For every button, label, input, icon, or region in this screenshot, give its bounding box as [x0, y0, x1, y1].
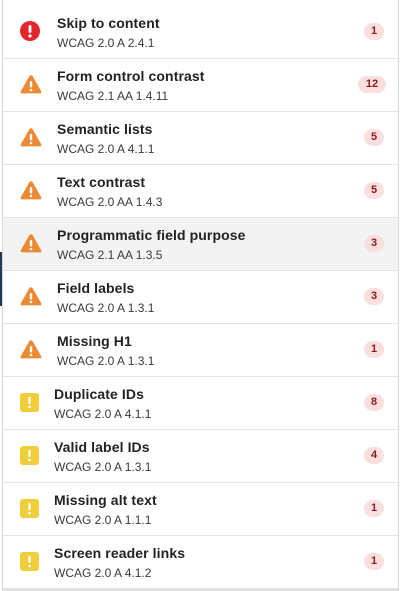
issue-row[interactable]: Valid label IDs WCAG 2.0 A 1.3.1 4 — [3, 430, 398, 483]
selection-marker — [0, 252, 2, 306]
issue-title: Text contrast — [57, 174, 146, 190]
issue-title: Semantic lists — [57, 121, 153, 137]
issue-count-badge: 3 — [364, 288, 384, 305]
warning-icon — [20, 287, 42, 306]
issue-count-badge: 5 — [364, 182, 384, 199]
alert-icon — [20, 393, 39, 412]
issue-title: Valid label IDs — [54, 439, 150, 455]
issue-criterion: WCAG 2.0 A 2.4.1 — [57, 36, 155, 50]
issue-count-badge: 1 — [364, 500, 384, 517]
issue-count-badge: 3 — [364, 235, 384, 252]
issue-row[interactable]: Semantic lists WCAG 2.0 A 4.1.1 5 — [3, 112, 398, 165]
warning-icon — [20, 181, 42, 200]
issue-count-badge: 8 — [364, 394, 384, 411]
warning-icon — [20, 128, 42, 147]
issue-title: Skip to content — [57, 15, 160, 31]
issue-count-badge: 1 — [364, 341, 384, 358]
issue-title: Field labels — [57, 280, 135, 296]
issue-count-badge: 5 — [364, 129, 384, 146]
issue-criterion: WCAG 2.0 A 4.1.1 — [57, 142, 155, 156]
issues-list: Skip to content WCAG 2.0 A 2.4.1 1 Form con… — [3, 6, 398, 589]
issue-criterion: WCAG 2.0 A 1.3.1 — [54, 460, 152, 474]
issue-criterion: WCAG 2.0 A 1.1.1 — [54, 513, 152, 527]
issue-count-badge: 1 — [364, 553, 384, 570]
issues-panel: Skip to content WCAG 2.0 A 2.4.1 1 Form con… — [2, 0, 399, 591]
issue-criterion: WCAG 2.0 AA 1.4.3 — [57, 195, 163, 209]
issue-row[interactable]: Duplicate IDs WCAG 2.0 A 4.1.1 8 — [3, 377, 398, 430]
issue-criterion: WCAG 2.0 A 4.1.2 — [54, 566, 152, 580]
issue-criterion: WCAG 2.0 A 1.3.1 — [57, 354, 155, 368]
error-icon — [20, 21, 40, 41]
issue-title: Programmatic field purpose — [57, 227, 246, 243]
issue-row[interactable]: Text contrast WCAG 2.0 AA 1.4.3 5 — [3, 165, 398, 218]
issue-row[interactable]: Missing H1 WCAG 2.0 A 1.3.1 1 — [3, 324, 398, 377]
issue-title: Screen reader links — [54, 545, 186, 561]
issue-title: Form control contrast — [57, 68, 205, 84]
issue-count-badge: 4 — [364, 447, 384, 464]
warning-icon — [20, 234, 42, 253]
warning-icon — [20, 340, 42, 359]
alert-icon — [20, 446, 39, 465]
issue-row[interactable]: Skip to content WCAG 2.0 A 2.4.1 1 — [3, 6, 398, 59]
issue-row[interactable]: Programmatic field purpose WCAG 2.1 AA 1.… — [3, 218, 398, 271]
issue-title: Duplicate IDs — [54, 386, 144, 402]
issue-row[interactable]: Missing alt text WCAG 2.0 A 1.1.1 1 — [3, 483, 398, 536]
issue-title: Missing alt text — [54, 492, 157, 508]
issue-row[interactable]: Screen reader links WCAG 2.0 A 4.1.2 1 — [3, 536, 398, 589]
issue-title: Missing H1 — [57, 333, 132, 349]
issue-criterion: WCAG 2.0 A 1.3.1 — [57, 301, 155, 315]
alert-icon — [20, 499, 39, 518]
issue-criterion: WCAG 2.1 AA 1.4.11 — [57, 89, 169, 103]
issue-count-badge: 12 — [358, 76, 386, 93]
warning-icon — [20, 75, 42, 94]
issue-row[interactable]: Field labels WCAG 2.0 A 1.3.1 3 — [3, 271, 398, 324]
issue-row[interactable]: Form control contrast WCAG 2.1 AA 1.4.11 1… — [3, 59, 398, 112]
alert-icon — [20, 552, 39, 571]
issue-count-badge: 1 — [364, 23, 384, 40]
issue-criterion: WCAG 2.0 A 4.1.1 — [54, 407, 152, 421]
issue-criterion: WCAG 2.1 AA 1.3.5 — [57, 248, 163, 262]
